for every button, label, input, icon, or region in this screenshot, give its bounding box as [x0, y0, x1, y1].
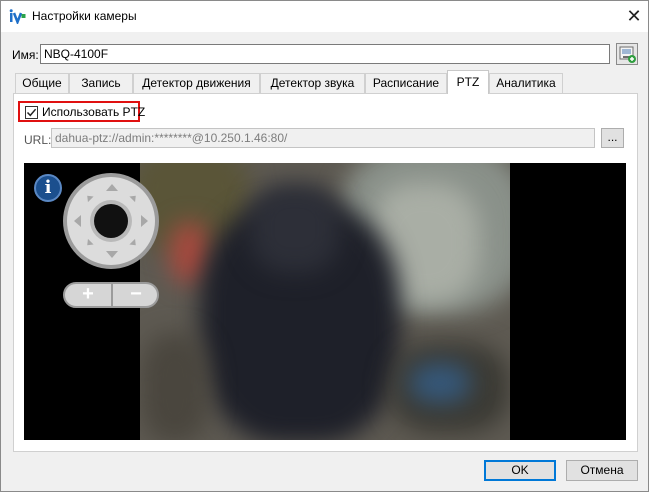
video-frame	[140, 163, 510, 440]
ptz-url-input[interactable]: dahua-ptz://admin:********@10.250.1.46:8…	[51, 128, 595, 148]
url-label: URL:	[24, 133, 52, 147]
tab-schedule[interactable]: Расписание	[365, 73, 447, 93]
iv-logo-icon	[9, 9, 26, 26]
window-title: Настройки камеры	[32, 9, 137, 23]
checkmark-icon	[26, 108, 37, 117]
export-button[interactable]	[616, 43, 638, 65]
tab-sound-detector[interactable]: Детектор звука	[260, 73, 365, 93]
pan-up-right-icon[interactable]	[129, 192, 139, 203]
pan-down-right-icon[interactable]	[129, 238, 139, 249]
use-ptz-highlight: Использовать PTZ	[18, 101, 145, 122]
ptz-joystick[interactable]	[63, 173, 159, 269]
browse-url-button[interactable]: ...	[601, 128, 624, 148]
info-icon[interactable]: i	[34, 174, 62, 202]
tab-general[interactable]: Общие	[15, 73, 69, 93]
camera-preview[interactable]: i + −	[24, 163, 626, 440]
tab-ptz[interactable]: PTZ	[447, 70, 489, 94]
title-bar: Настройки камеры ✕	[1, 1, 648, 32]
camera-settings-dialog: Настройки камеры ✕ Имя: NBQ-4100F Общие …	[0, 0, 649, 492]
pan-up-left-icon[interactable]	[84, 192, 94, 203]
export-icon	[617, 46, 637, 67]
tab-recording[interactable]: Запись	[69, 73, 133, 93]
pan-up-icon[interactable]	[106, 184, 118, 191]
camera-name-input[interactable]: NBQ-4100F	[40, 44, 610, 64]
pan-left-icon[interactable]	[74, 215, 81, 227]
use-ptz-label[interactable]: Использовать PTZ	[42, 105, 145, 119]
zoom-out-button[interactable]: −	[113, 284, 159, 306]
tab-motion-detector[interactable]: Детектор движения	[133, 73, 260, 93]
zoom-control: + −	[63, 282, 159, 308]
name-label: Имя:	[12, 48, 39, 62]
use-ptz-checkbox[interactable]	[25, 106, 38, 119]
zoom-in-button[interactable]: +	[65, 284, 111, 306]
pan-down-left-icon[interactable]	[84, 238, 94, 249]
pan-down-icon[interactable]	[106, 251, 118, 258]
tab-analytics[interactable]: Аналитика	[489, 73, 563, 93]
cancel-button[interactable]: Отмена	[566, 460, 638, 481]
pan-right-icon[interactable]	[141, 215, 148, 227]
ok-button[interactable]: OK	[484, 460, 556, 481]
joystick-center[interactable]	[94, 204, 128, 238]
close-button[interactable]: ✕	[621, 5, 647, 27]
